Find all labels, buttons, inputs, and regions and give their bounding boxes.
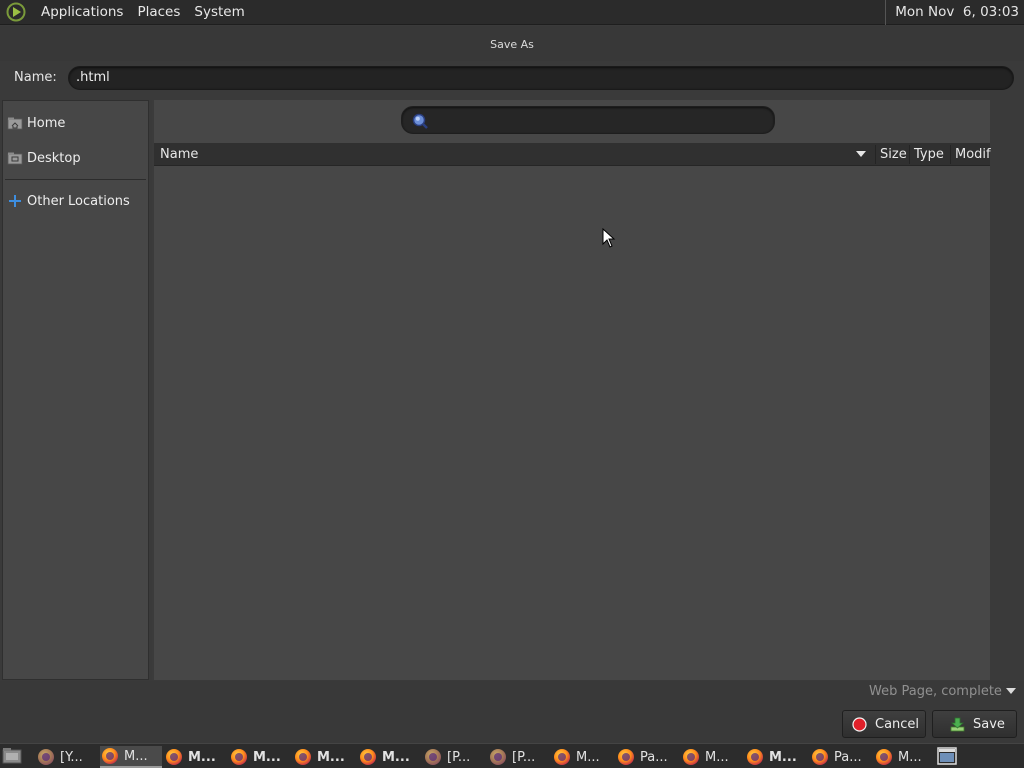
search-input[interactable] xyxy=(401,106,775,134)
firefox-icon xyxy=(166,749,182,765)
clock[interactable]: Mon Nov 6, 03:03 xyxy=(885,0,1024,25)
taskbar-item-label: [P... xyxy=(447,749,471,765)
column-separator xyxy=(950,145,951,164)
sidebar-item-label: Home xyxy=(27,115,66,131)
save-button-label: Save xyxy=(973,716,1005,732)
places-menu[interactable]: Places xyxy=(130,4,187,20)
firefox-icon xyxy=(295,749,311,765)
column-header-name[interactable]: Name xyxy=(160,143,198,166)
desktop-folder-icon xyxy=(7,152,23,165)
taskbar-item[interactable]: Pa... xyxy=(618,746,680,768)
taskbar-item[interactable]: M... xyxy=(876,746,934,768)
firefox-icon xyxy=(490,749,506,765)
taskbar: [Y... M... M... M... M... M... [P... [P.… xyxy=(0,743,1024,768)
cancel-icon xyxy=(852,716,867,732)
firefox-icon xyxy=(683,749,699,765)
show-desktop-icon[interactable] xyxy=(2,747,22,765)
top-panel: Applications Places System Mon Nov 6, 03… xyxy=(0,0,1024,25)
app-menu-logo-icon[interactable] xyxy=(6,2,26,22)
filename-input[interactable]: .html xyxy=(68,66,1014,90)
sidebar-item-other-locations[interactable]: Other Locations xyxy=(3,187,148,215)
column-separator xyxy=(909,145,910,164)
cancel-button[interactable]: Cancel xyxy=(842,710,926,738)
applications-menu[interactable]: Applications xyxy=(34,4,130,20)
column-header-modified[interactable]: Modif xyxy=(955,143,991,166)
firefox-icon xyxy=(360,749,376,765)
file-list[interactable] xyxy=(154,167,990,680)
home-folder-icon xyxy=(7,117,23,130)
sidebar-item-label: Other Locations xyxy=(27,193,130,209)
file-type-filter-dropdown[interactable]: Web Page, complete xyxy=(866,682,1022,702)
taskbar-item-label: [P... xyxy=(512,749,536,765)
system-menu[interactable]: System xyxy=(187,4,251,20)
firefox-icon xyxy=(554,749,570,765)
taskbar-item[interactable]: [P... xyxy=(425,746,487,768)
taskbar-item[interactable]: M... xyxy=(747,746,809,768)
taskbar-item-label: [Y... xyxy=(60,749,83,765)
taskbar-item-label: M... xyxy=(253,749,281,765)
taskbar-item[interactable]: M... xyxy=(166,746,228,768)
plus-icon xyxy=(9,195,21,207)
search-icon xyxy=(412,113,428,129)
cancel-button-label: Cancel xyxy=(875,716,920,732)
mouse-cursor-icon xyxy=(602,228,616,248)
taskbar-item[interactable]: [Y... xyxy=(38,746,100,768)
taskbar-item-label: Pa... xyxy=(640,749,668,765)
taskbar-item[interactable]: M... xyxy=(231,746,293,768)
taskbar-item[interactable]: M... xyxy=(554,746,616,768)
firefox-icon xyxy=(425,749,441,765)
column-header-type[interactable]: Type xyxy=(914,143,944,166)
taskbar-item-label: Pa... xyxy=(834,749,862,765)
taskbar-item-active[interactable]: M... xyxy=(100,746,162,768)
taskbar-item[interactable]: M... xyxy=(360,746,422,768)
taskbar-item-label: M... xyxy=(769,749,797,765)
chevron-down-icon xyxy=(1006,688,1016,694)
taskbar-item[interactable]: [P... xyxy=(490,746,552,768)
sidebar-item-home[interactable]: Home xyxy=(3,109,148,137)
sidebar-item-label: Desktop xyxy=(27,150,81,166)
file-list-header: Name Size Type Modif xyxy=(154,143,991,166)
taskbar-item[interactable]: M... xyxy=(295,746,357,768)
window-icon[interactable] xyxy=(937,747,957,765)
column-separator xyxy=(875,145,876,164)
firefox-icon xyxy=(812,749,828,765)
taskbar-item-label: M... xyxy=(382,749,410,765)
taskbar-item-label: M... xyxy=(317,749,345,765)
taskbar-item[interactable]: M... xyxy=(683,746,745,768)
name-label: Name: xyxy=(14,70,57,85)
firefox-icon xyxy=(102,748,118,764)
taskbar-item-label: M... xyxy=(705,749,729,765)
sidebar-separator xyxy=(5,179,146,180)
taskbar-item-label: M... xyxy=(124,748,148,764)
firefox-icon xyxy=(876,749,892,765)
firefox-icon xyxy=(231,749,247,765)
dialog-title: Save As xyxy=(0,26,1024,61)
taskbar-item-label: M... xyxy=(576,749,600,765)
firefox-icon xyxy=(38,749,54,765)
sort-descending-icon[interactable] xyxy=(856,151,866,158)
firefox-icon xyxy=(747,749,763,765)
scrollbar-track[interactable] xyxy=(990,142,1024,680)
sidebar-item-desktop[interactable]: Desktop xyxy=(3,144,148,172)
save-download-icon xyxy=(950,717,965,731)
taskbar-item-label: M... xyxy=(898,749,922,765)
filter-value: Web Page, complete xyxy=(869,684,1002,699)
taskbar-item-label: M... xyxy=(188,749,216,765)
column-header-size[interactable]: Size xyxy=(880,143,907,166)
firefox-icon xyxy=(618,749,634,765)
places-sidebar: Home Desktop Other Locations xyxy=(2,100,149,680)
save-button[interactable]: Save xyxy=(932,710,1017,738)
taskbar-item[interactable]: Pa... xyxy=(812,746,874,768)
